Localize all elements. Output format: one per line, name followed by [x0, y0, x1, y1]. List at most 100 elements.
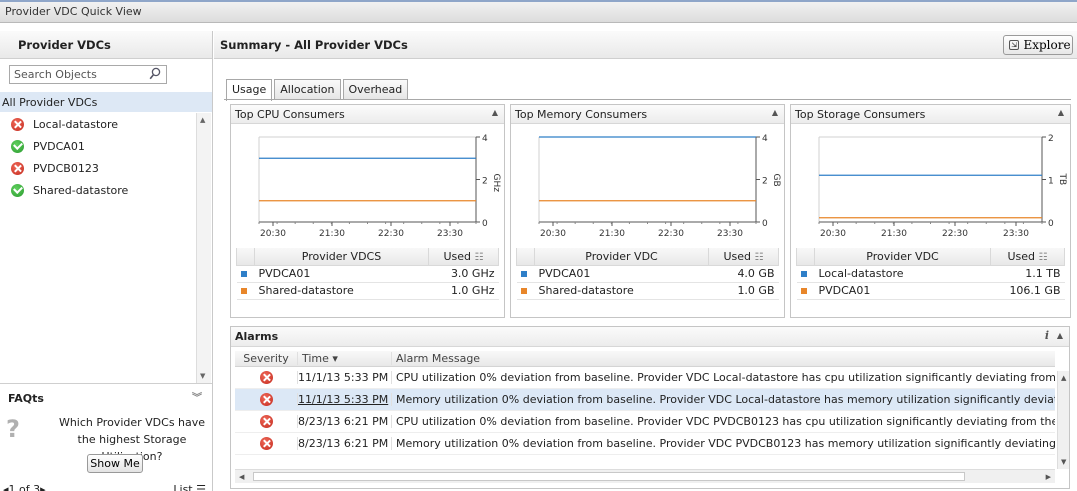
tab-overhead[interactable]: Overhead	[342, 79, 409, 99]
tree-item-label: PVDCA01	[33, 139, 85, 153]
blue-swatch	[800, 271, 807, 277]
collapse-chevron-icon[interactable]: ︾	[192, 389, 202, 404]
name-column-header[interactable]: Provider VDCS	[254, 248, 429, 266]
color-column-header	[236, 248, 255, 266]
memory-consumers-card: Top Memory Consumers ▲ 0 2 4 GB 20:30 21:30 22…	[510, 104, 785, 318]
name-cell: PVDCA01	[534, 265, 709, 283]
scroll-up-arrow-icon[interactable]: ▲	[200, 116, 205, 124]
table-row[interactable]: PVDCA01 106.1 GB	[796, 282, 1065, 300]
column-menu-icon[interactable]: ☷	[475, 252, 484, 263]
message-cell: CPU utilization 0% deviation from baseli…	[391, 415, 1055, 428]
table-row-selected[interactable]: 11/1/13 5:33 PM Memory utilization 0% de…	[235, 389, 1055, 411]
used-cell: 4.0 GB	[708, 265, 779, 283]
memory-line-chart: 0 2 4 GB 20:30 21:30 22:30 23:30	[538, 134, 781, 239]
tree-item-shared-datastore[interactable]: Shared-datastore	[0, 179, 196, 201]
show-me-button[interactable]: Show Me	[87, 454, 143, 473]
cpu-consumers-table: Provider VDCS Used ☷ PVDCA01 3.0 GHz Sha…	[236, 248, 499, 300]
x-tick-label: 21:30	[881, 229, 907, 239]
used-column-label: Used	[723, 249, 752, 263]
scrollbar-thumb[interactable]	[253, 472, 965, 481]
table-row[interactable]: PVDCA01 3.0 GHz	[236, 265, 499, 283]
error-status-icon	[11, 161, 24, 175]
left-panel-header: Provider VDCs	[0, 31, 212, 59]
list-icon: ☰	[196, 483, 206, 491]
name-column-header[interactable]: Provider VDC	[814, 248, 991, 266]
table-row[interactable]: 11/1/13 5:33 PM CPU utilization 0% devia…	[235, 367, 1055, 389]
critical-severity-icon	[259, 437, 273, 450]
table-row[interactable]: Shared-datastore 1.0 GB	[516, 282, 779, 300]
name-column-header[interactable]: Provider VDC	[534, 248, 709, 266]
search-input[interactable]: Search Objects	[9, 65, 167, 84]
tree-item-pvdca01[interactable]: PVDCA01	[0, 135, 196, 157]
blue-swatch	[240, 271, 247, 277]
table-row[interactable]: PVDCA01 4.0 GB	[516, 265, 779, 283]
faq-footer: ◂1 of 3▸ List ☰	[0, 483, 212, 491]
time-cell: 8/23/13 6:21 PM	[297, 415, 391, 428]
card-header: Top Storage Consumers ▲	[791, 105, 1070, 124]
used-column-header[interactable]: Used ☷	[428, 248, 499, 266]
main-header: Summary - All Provider VDCs	[214, 31, 1077, 59]
y-tick-label: 2	[762, 177, 768, 187]
table-header-row: Provider VDC Used ☷	[516, 248, 779, 266]
time-column-header[interactable]: Time ▾	[297, 352, 391, 365]
collapse-up-icon[interactable]: ▲	[1058, 108, 1064, 117]
x-tick-label: 20:30	[540, 229, 566, 239]
faq-list-label: List	[173, 483, 193, 491]
alarms-vertical-scrollbar[interactable]: ▲ ▼	[1057, 371, 1069, 469]
name-cell: Shared-datastore	[534, 282, 709, 300]
table-row[interactable]: 8/23/13 6:21 PM CPU utilization 0% devia…	[235, 411, 1055, 433]
time-link[interactable]: 11/1/13 5:33 PM	[297, 393, 391, 406]
used-cell: 1.1 TB	[990, 265, 1065, 283]
ok-status-icon	[11, 139, 24, 153]
scroll-down-arrow-icon[interactable]: ▼	[1061, 458, 1066, 466]
info-icon[interactable]: i	[1045, 329, 1049, 342]
y-axis-label: GHz	[491, 174, 501, 193]
severity-column-header[interactable]: Severity	[235, 352, 297, 365]
collapse-up-icon[interactable]: ▲	[492, 108, 498, 117]
swatch-cell	[236, 282, 255, 300]
collapse-up-icon[interactable]: ▲	[772, 108, 778, 117]
column-menu-icon[interactable]: ☷	[1039, 252, 1048, 263]
used-column-header[interactable]: Used ☷	[990, 248, 1065, 266]
table-row[interactable]: Shared-datastore 1.0 GHz	[236, 282, 499, 300]
tab-allocation[interactable]: Allocation	[274, 79, 341, 99]
faq-pager[interactable]: ◂1 of 3▸	[3, 483, 46, 491]
name-cell: PVDCA01	[814, 282, 991, 300]
faq-list-toggle[interactable]: List ☰	[173, 483, 206, 491]
table-row[interactable]: 8/23/13 6:21 PM Memory utilization 0% de…	[235, 433, 1055, 455]
tree-scrollbar[interactable]: ▲ ▼	[196, 113, 211, 383]
table-row[interactable]: Local-datastore 1.1 TB	[796, 265, 1065, 283]
search-placeholder: Search Objects	[14, 68, 97, 81]
scroll-right-arrow-icon[interactable]: ▶	[1046, 473, 1051, 481]
severity-cell	[235, 437, 297, 450]
explore-button[interactable]: ⇲ Explore	[1003, 35, 1073, 55]
tree-item-pvdcb0123[interactable]: PVDCB0123	[0, 157, 196, 179]
card-title: Top Memory Consumers	[515, 108, 648, 121]
memory-consumers-table: Provider VDC Used ☷ PVDCA01 4.0 GB Share…	[516, 248, 779, 300]
x-tick-label: 20:30	[260, 229, 286, 239]
provider-vdc-tree: Local-datastore PVDCA01 PVDCB0123 Shared…	[0, 113, 196, 201]
scroll-down-arrow-icon[interactable]: ▼	[200, 372, 205, 380]
scroll-up-arrow-icon[interactable]: ▲	[1061, 374, 1066, 382]
column-menu-icon[interactable]: ☷	[755, 252, 764, 263]
table-header-row: Provider VDC Used ☷	[796, 248, 1065, 266]
search-icon[interactable]	[149, 67, 161, 81]
faq-pager-label: 1 of 3	[8, 483, 41, 491]
tree-item-local-datastore[interactable]: Local-datastore	[0, 113, 196, 135]
scroll-left-arrow-icon[interactable]: ◀	[239, 473, 244, 481]
tree-root-label: All Provider VDCs	[2, 96, 98, 109]
ok-status-icon	[11, 183, 24, 197]
cpu-consumers-card: Top CPU Consumers ▲ 0 2 4 GHz 20:30 21:30 22:3…	[230, 104, 505, 318]
tree-root-all-provider-vdcs[interactable]: All Provider VDCs	[0, 92, 212, 112]
tab-strip: Usage Allocation Overhead	[226, 79, 409, 101]
alarms-horizontal-scrollbar[interactable]: ◀ ▶	[235, 469, 1055, 483]
alarms-title: Alarms	[235, 330, 279, 343]
used-column-header[interactable]: Used ☷	[708, 248, 779, 266]
collapse-up-icon[interactable]: ▲	[1057, 331, 1063, 340]
card-header: Top CPU Consumers ▲	[231, 105, 504, 124]
time-cell: 11/1/13 5:33 PM	[297, 371, 391, 384]
window-titlebar: Provider VDC Quick View	[0, 0, 1077, 23]
tab-usage[interactable]: Usage	[226, 79, 273, 101]
message-column-header[interactable]: Alarm Message	[391, 352, 1055, 365]
y-tick-label: 0	[1048, 219, 1054, 229]
